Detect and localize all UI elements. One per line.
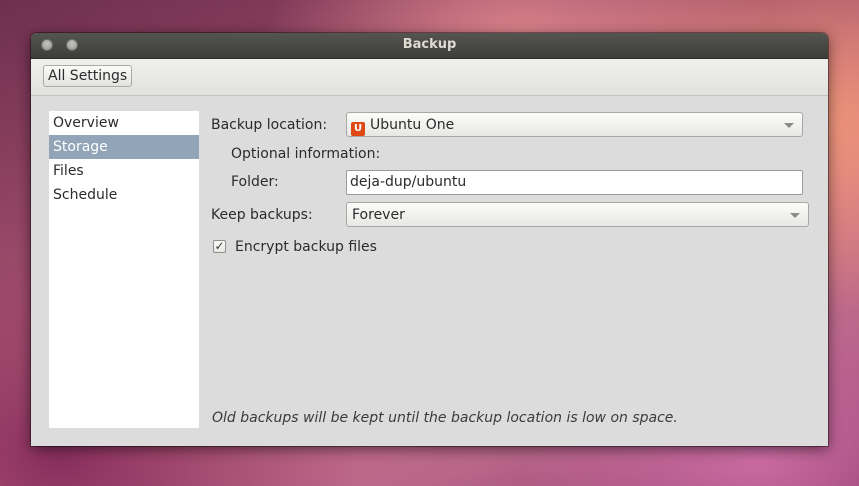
backup-window: Backup All Settings Overview Storage Fil… [31,33,828,446]
keep-backups-combo[interactable]: Forever [346,202,809,227]
encrypt-checkbox[interactable]: ✓ [213,240,226,253]
keep-backups-label: Keep backups: [211,207,313,223]
backup-location-label: Backup location: [211,117,328,133]
optional-information-label: Optional information: [231,146,381,162]
sidebar-item-overview[interactable]: Overview [49,111,199,135]
title-bar[interactable]: Backup [31,33,828,59]
chevron-down-icon [790,213,800,218]
window-title: Backup [402,37,457,52]
chevron-down-icon [784,123,794,128]
backup-location-combo[interactable]: U Ubuntu One [346,112,803,137]
sidebar-item-storage[interactable]: Storage [49,135,199,159]
backup-location-value: Ubuntu One [370,117,455,133]
toolbar: All Settings [31,59,828,96]
folder-label: Folder: [231,174,279,190]
ubuntu-one-icon: U [351,122,365,136]
all-settings-button[interactable]: All Settings [43,65,133,87]
folder-field[interactable]: deja-dup/ubuntu [346,170,803,195]
sidebar: Overview Storage Files Schedule [49,111,199,428]
keep-backups-value: Forever [352,207,405,223]
sidebar-item-files[interactable]: Files [49,159,199,183]
retention-footnote: Old backups will be kept until the backu… [212,410,678,426]
sidebar-item-schedule[interactable]: Schedule [49,183,199,207]
encrypt-label[interactable]: Encrypt backup files [235,239,377,255]
